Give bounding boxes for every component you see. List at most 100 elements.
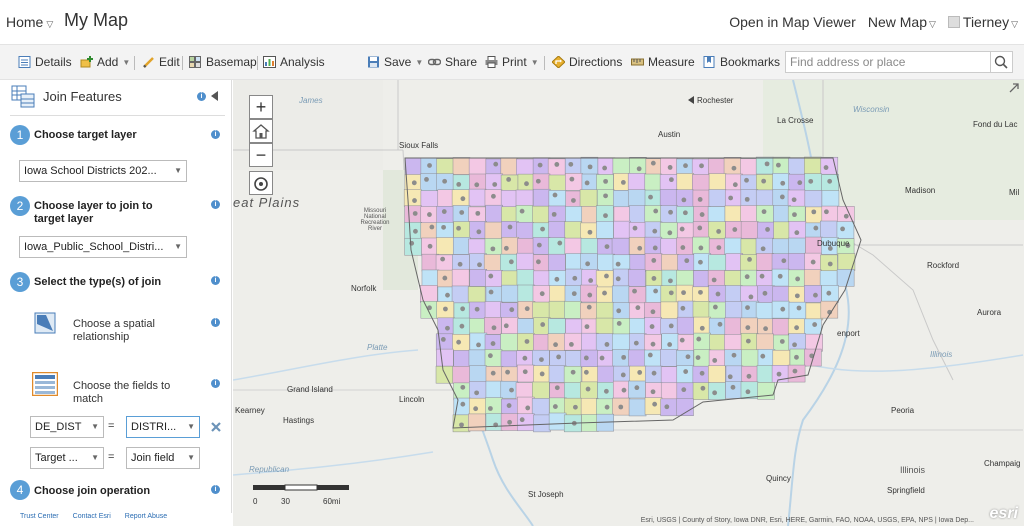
join-layer-select[interactable]: Iowa_Public_School_Distri... ▼ <box>19 236 187 258</box>
school-district-polygon[interactable] <box>612 349 630 367</box>
district-point[interactable] <box>634 385 640 391</box>
school-district-polygon[interactable] <box>707 269 726 288</box>
school-district-polygon[interactable] <box>548 190 567 208</box>
district-point[interactable] <box>794 354 799 360</box>
district-point[interactable] <box>603 178 608 184</box>
school-district-polygon[interactable] <box>517 413 535 432</box>
district-point[interactable] <box>797 180 803 186</box>
school-district-polygon[interactable] <box>644 349 662 368</box>
district-point[interactable] <box>732 182 738 188</box>
school-district-polygon[interactable] <box>629 236 647 255</box>
home-menu[interactable]: Home ▽ <box>6 14 53 30</box>
district-point[interactable] <box>618 404 624 410</box>
school-district-polygon[interactable] <box>595 270 614 288</box>
district-point[interactable] <box>712 304 718 310</box>
district-point[interactable] <box>794 325 799 331</box>
school-district-polygon[interactable] <box>564 332 582 351</box>
district-point[interactable] <box>746 373 752 379</box>
district-point[interactable] <box>536 242 542 248</box>
school-district-polygon[interactable] <box>549 285 567 303</box>
school-district-polygon[interactable] <box>516 221 534 240</box>
district-point[interactable] <box>732 227 738 232</box>
district-point[interactable] <box>745 305 750 310</box>
district-point[interactable] <box>535 178 541 184</box>
basemap-label[interactable]: Basemap <box>206 55 257 69</box>
school-district-polygon[interactable] <box>740 205 758 223</box>
school-district-polygon[interactable] <box>453 350 471 368</box>
district-point[interactable] <box>781 258 787 264</box>
fullscreen-icon[interactable] <box>1009 83 1019 93</box>
school-district-polygon[interactable] <box>787 364 806 383</box>
school-district-polygon[interactable] <box>755 189 774 208</box>
school-district-polygon[interactable] <box>435 254 454 273</box>
district-point[interactable] <box>427 243 433 249</box>
school-district-polygon[interactable] <box>708 349 727 368</box>
school-district-polygon[interactable] <box>500 350 519 369</box>
school-district-polygon[interactable] <box>595 317 614 336</box>
school-district-polygon[interactable] <box>580 397 599 416</box>
school-district-polygon[interactable] <box>451 268 470 287</box>
district-point[interactable] <box>427 163 432 168</box>
school-district-polygon[interactable] <box>755 156 774 175</box>
district-point[interactable] <box>620 180 626 185</box>
school-district-polygon[interactable] <box>724 317 743 336</box>
school-district-polygon[interactable] <box>707 206 726 224</box>
school-district-polygon[interactable] <box>724 237 742 256</box>
school-district-polygon[interactable] <box>773 205 791 223</box>
school-district-polygon[interactable] <box>579 189 598 207</box>
district-point[interactable] <box>648 194 653 200</box>
district-point[interactable] <box>491 193 496 199</box>
school-district-polygon[interactable] <box>453 221 471 239</box>
district-point[interactable] <box>649 324 655 329</box>
district-point[interactable] <box>491 325 497 331</box>
school-district-polygon[interactable] <box>517 284 536 303</box>
school-district-polygon[interactable] <box>788 157 806 175</box>
school-district-polygon[interactable] <box>629 205 647 223</box>
collapse-panel-icon[interactable] <box>211 91 219 101</box>
school-district-polygon[interactable] <box>741 349 759 368</box>
district-point[interactable] <box>716 229 722 234</box>
school-district-polygon[interactable] <box>708 158 726 176</box>
district-point[interactable] <box>474 182 480 188</box>
district-point[interactable] <box>552 404 558 409</box>
district-point[interactable] <box>615 261 621 267</box>
school-district-polygon[interactable] <box>628 349 646 368</box>
school-district-polygon[interactable] <box>548 174 567 193</box>
remove-field-icon[interactable] <box>210 421 222 433</box>
district-point[interactable] <box>668 290 674 296</box>
school-district-polygon[interactable] <box>693 332 711 351</box>
school-district-polygon[interactable] <box>565 206 583 224</box>
school-district-polygon[interactable] <box>644 189 663 208</box>
school-district-polygon[interactable] <box>709 334 727 352</box>
district-point[interactable] <box>568 161 574 167</box>
district-point[interactable] <box>712 390 718 396</box>
district-point[interactable] <box>759 273 765 279</box>
school-district-polygon[interactable] <box>692 236 710 255</box>
district-point[interactable] <box>442 275 448 281</box>
add-button[interactable]: Add ▼ <box>80 55 130 69</box>
district-point[interactable] <box>650 160 656 166</box>
district-point[interactable] <box>603 193 608 199</box>
district-point[interactable] <box>552 192 558 198</box>
district-point[interactable] <box>745 389 751 395</box>
district-point[interactable] <box>698 259 703 265</box>
school-district-polygon[interactable] <box>485 286 504 304</box>
school-district-polygon[interactable] <box>724 270 742 288</box>
district-point[interactable] <box>459 323 465 329</box>
district-point[interactable] <box>524 181 529 187</box>
district-point[interactable] <box>775 162 781 168</box>
school-district-polygon[interactable] <box>740 189 759 207</box>
school-district-polygon[interactable] <box>483 254 502 272</box>
school-district-polygon[interactable] <box>644 236 663 255</box>
school-district-polygon[interactable] <box>659 174 678 192</box>
district-point[interactable] <box>826 290 832 296</box>
school-district-polygon[interactable] <box>612 333 630 352</box>
school-district-polygon[interactable] <box>725 301 743 319</box>
district-point[interactable] <box>569 176 575 182</box>
target-field-select-empty[interactable]: Target ... ▼ <box>30 447 104 469</box>
district-point[interactable] <box>585 261 591 267</box>
school-district-polygon[interactable] <box>485 270 503 288</box>
district-point[interactable] <box>776 371 782 377</box>
district-point[interactable] <box>796 305 802 311</box>
district-point[interactable] <box>811 209 817 215</box>
